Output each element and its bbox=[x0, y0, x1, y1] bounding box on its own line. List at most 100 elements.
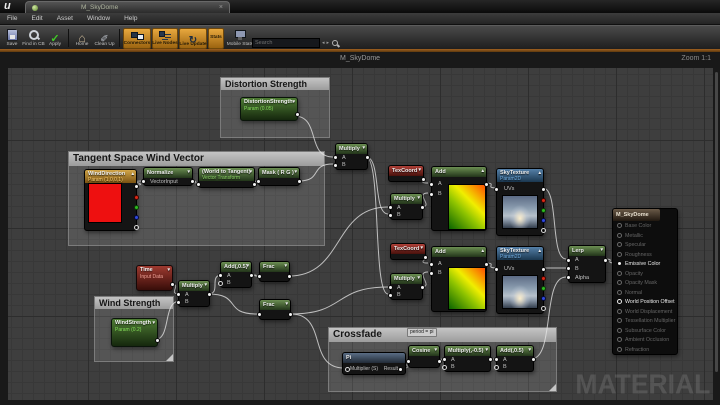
material-input-pin[interactable] bbox=[617, 347, 622, 352]
chevron-icon[interactable]: ▾ bbox=[417, 274, 420, 283]
material-input-pin[interactable] bbox=[617, 242, 622, 247]
node-multiply-pan-1[interactable]: Multiply▾AB bbox=[390, 193, 423, 220]
search-prev-icon[interactable]: ◂ bbox=[322, 40, 325, 46]
input-pin[interactable] bbox=[256, 179, 261, 184]
output-pin[interactable] bbox=[541, 286, 546, 291]
chevron-icon[interactable]: ▾ bbox=[434, 346, 437, 355]
input-pin[interactable] bbox=[388, 205, 393, 210]
chevron-down-icon[interactable]: ▾ bbox=[167, 266, 170, 275]
output-pin[interactable] bbox=[288, 312, 293, 317]
output-pin[interactable] bbox=[287, 274, 292, 279]
output-pin[interactable] bbox=[488, 357, 493, 362]
material-input-pin[interactable] bbox=[617, 271, 622, 276]
material-input-pin[interactable] bbox=[617, 280, 622, 285]
input-pin[interactable] bbox=[566, 275, 571, 280]
material-input-pin[interactable] bbox=[617, 318, 622, 323]
output-pin[interactable] bbox=[297, 179, 302, 184]
output-pin[interactable] bbox=[541, 267, 546, 272]
node-texcoord-2[interactable]: TexCoord▾ bbox=[390, 243, 426, 260]
node-add-half-out[interactable]: Add(,0.5)▾AB bbox=[496, 345, 534, 372]
comment-resize-handle[interactable] bbox=[166, 354, 173, 361]
material-input-pin[interactable] bbox=[617, 328, 622, 333]
node-lerp[interactable]: Lerp▾ABAlpha bbox=[568, 245, 606, 283]
chevron-icon[interactable]: ▾ bbox=[294, 168, 297, 177]
material-input-pin[interactable] bbox=[617, 233, 622, 238]
toolbar-button-live-update[interactable]: Live Update bbox=[179, 28, 207, 49]
chevron-icon[interactable]: ▾ bbox=[204, 281, 207, 290]
output-pin[interactable] bbox=[398, 367, 403, 372]
input-pin[interactable] bbox=[345, 367, 350, 372]
input-pin[interactable] bbox=[429, 182, 434, 187]
output-pin[interactable] bbox=[207, 292, 212, 297]
output-pin[interactable] bbox=[603, 258, 608, 263]
toolbar-button-stats[interactable]: Stats bbox=[208, 28, 224, 49]
toolbar-button-mobile-stats[interactable]: Mobile Stats bbox=[225, 28, 255, 49]
chevron-icon[interactable]: ▾ bbox=[362, 144, 365, 153]
input-pin[interactable] bbox=[494, 357, 499, 362]
input-pin[interactable] bbox=[388, 285, 393, 290]
chevron-icon[interactable]: ▴ bbox=[538, 169, 541, 178]
toolbar-button-connectors[interactable]: Connectors bbox=[123, 28, 151, 49]
chevron-icon[interactable]: ▴ bbox=[131, 170, 134, 179]
material-input-pin[interactable] bbox=[617, 223, 622, 228]
input-pin[interactable] bbox=[176, 292, 181, 297]
output-pin[interactable] bbox=[541, 218, 546, 223]
output-pin[interactable] bbox=[541, 228, 546, 233]
output-pin[interactable] bbox=[134, 215, 139, 220]
node-distortion-strength-param[interactable]: DistortionStrength▾Param (0.05) bbox=[240, 97, 298, 121]
material-input-pin[interactable] bbox=[617, 309, 622, 314]
output-pin[interactable] bbox=[420, 285, 425, 290]
node-sky-texture-1[interactable]: SkyTexture▴Param2DUVs bbox=[496, 168, 544, 236]
material-input-pin[interactable] bbox=[617, 252, 622, 257]
output-pin[interactable] bbox=[541, 208, 546, 213]
output-pin[interactable] bbox=[190, 179, 195, 184]
chevron-icon[interactable]: ▾ bbox=[284, 262, 287, 271]
output-pin[interactable] bbox=[170, 282, 175, 287]
toolbar-button-home[interactable]: Home bbox=[72, 28, 92, 49]
output-pin[interactable] bbox=[134, 184, 139, 189]
input-pin[interactable] bbox=[218, 281, 223, 286]
chevron-icon[interactable]: ▴ bbox=[538, 247, 541, 256]
node-multiply-pan-2[interactable]: Multiply▾AB bbox=[390, 273, 423, 300]
chevron-down-icon[interactable]: ▾ bbox=[152, 319, 155, 328]
chevron-icon[interactable]: ▾ bbox=[187, 168, 190, 177]
input-pin[interactable] bbox=[257, 312, 262, 317]
chevron-icon[interactable]: ▾ bbox=[249, 168, 252, 177]
input-pin[interactable] bbox=[429, 262, 434, 267]
input-pin[interactable] bbox=[218, 273, 223, 278]
output-pin[interactable] bbox=[531, 357, 536, 362]
material-input-pin[interactable] bbox=[617, 337, 622, 342]
input-pin[interactable] bbox=[566, 266, 571, 271]
node-multiply-neg-half[interactable]: Multiply(,-0.5)▾AB bbox=[444, 345, 491, 372]
output-pin[interactable] bbox=[541, 296, 546, 301]
output-pin[interactable] bbox=[365, 155, 370, 160]
node-frac-2[interactable]: Frac▾ bbox=[259, 299, 291, 320]
output-pin[interactable] bbox=[541, 187, 546, 192]
output-pin[interactable] bbox=[423, 255, 428, 260]
output-pin[interactable] bbox=[134, 225, 139, 230]
input-pin[interactable] bbox=[429, 192, 434, 197]
input-pin[interactable] bbox=[442, 357, 447, 362]
node-time[interactable]: Time▾Input Data bbox=[136, 265, 173, 291]
vertical-scrollbar[interactable] bbox=[715, 72, 718, 372]
output-pin[interactable] bbox=[484, 182, 489, 187]
menu-file[interactable]: File bbox=[0, 13, 24, 24]
node-pi[interactable]: PiMultiplier (S)Result bbox=[342, 352, 406, 375]
output-pin[interactable] bbox=[134, 205, 139, 210]
node-multiply-time[interactable]: Multiply▾AB bbox=[178, 280, 210, 307]
menu-asset[interactable]: Asset bbox=[50, 13, 80, 24]
node-material-output[interactable]: M_SkyDomeBase ColorMetallicSpecularRough… bbox=[612, 208, 678, 355]
material-input-pin[interactable] bbox=[617, 261, 622, 266]
input-pin[interactable] bbox=[388, 213, 393, 218]
input-pin[interactable] bbox=[257, 274, 262, 279]
node-add-uv-2[interactable]: Add▴AB bbox=[431, 246, 487, 312]
search-input[interactable] bbox=[252, 38, 320, 48]
chevron-icon[interactable]: ▾ bbox=[528, 346, 531, 355]
chevron-icon[interactable]: ▴ bbox=[481, 247, 484, 256]
material-input-pin[interactable] bbox=[617, 299, 622, 304]
output-pin[interactable] bbox=[541, 198, 546, 203]
toolbar-button-find-in-cb[interactable]: Find in CB bbox=[23, 28, 44, 49]
chevron-icon[interactable]: ▾ bbox=[246, 262, 249, 271]
tab-close-icon[interactable]: × bbox=[219, 2, 223, 13]
document-tab[interactable]: M_SkyDome × bbox=[25, 1, 230, 13]
